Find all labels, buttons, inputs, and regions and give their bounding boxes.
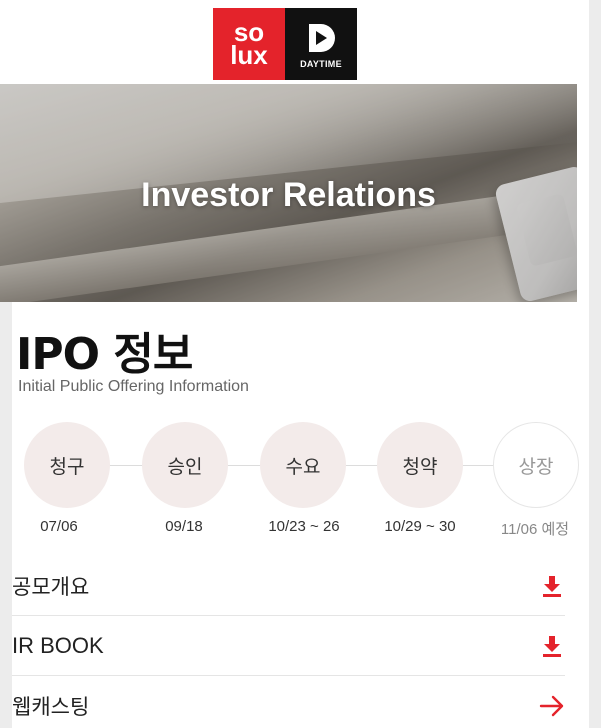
solux-logo-line2: lux <box>230 40 268 70</box>
step-subscription: 청약 <box>377 422 463 508</box>
menu-item-label: 공모개요 <box>12 574 90 599</box>
menu-item-ir-book[interactable]: IR BOOK <box>12 616 565 676</box>
ipo-steps: 청구 승인 수요 청약 상장 <box>12 422 579 508</box>
menu-item-webcasting[interactable]: 웹캐스팅 <box>12 676 565 728</box>
step-approval: 승인 <box>142 422 228 508</box>
menu-item-offering-summary[interactable]: 공모개요 <box>12 556 565 616</box>
step-claim: 청구 <box>24 422 110 508</box>
step-date-claim: 07/06 <box>40 518 78 535</box>
daytime-logo-text: DAYTIME <box>300 58 342 69</box>
solux-logo: so lux <box>213 8 285 80</box>
step-demand: 수요 <box>260 422 346 508</box>
ipo-menu: 공모개요 IR BOOK 웹캐스팅 <box>12 556 565 728</box>
menu-item-label: 웹캐스팅 <box>12 695 90 719</box>
arrow-right-icon[interactable] <box>539 693 565 719</box>
page-title: IPO 정보 <box>16 329 193 380</box>
brand-logo[interactable]: so lux DAYTIME <box>213 8 357 80</box>
step-date-subscription: 10/29 ~ 30 <box>384 518 456 535</box>
step-listing: 상장 <box>493 422 579 508</box>
header: so lux DAYTIME <box>0 0 577 84</box>
hero-banner: Investor Relations <box>0 84 577 302</box>
step-date-approval: 09/18 <box>165 518 203 535</box>
banner-title: Investor Relations <box>141 176 436 214</box>
daytime-logo: DAYTIME <box>285 8 357 80</box>
step-date-listing: 11/06 예정 <box>500 521 570 538</box>
page-subtitle: Initial Public Offering Information <box>18 378 249 395</box>
download-icon[interactable] <box>539 573 565 599</box>
menu-item-label: IR BOOK <box>12 632 104 658</box>
daytime-d-icon <box>309 23 335 52</box>
download-icon[interactable] <box>539 633 565 659</box>
step-date-demand: 10/23 ~ 26 <box>268 518 340 535</box>
